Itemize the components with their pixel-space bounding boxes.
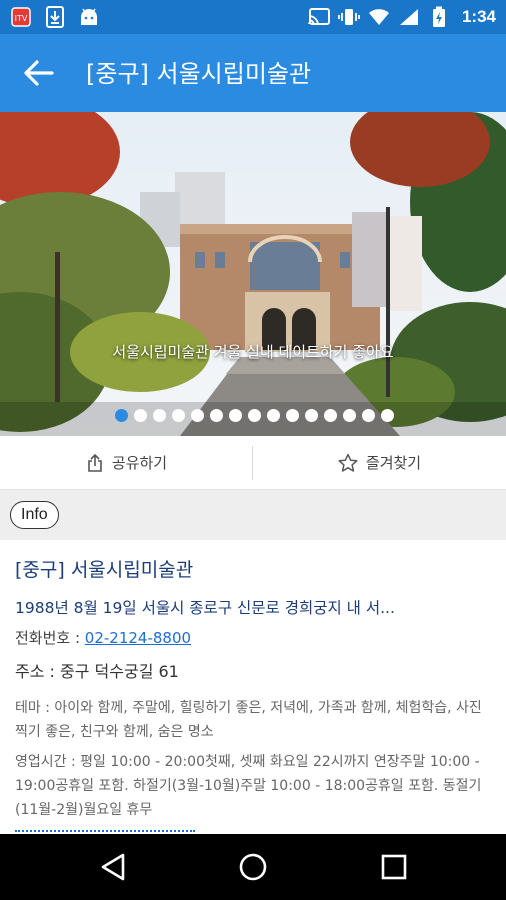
clock: 1:34	[461, 7, 496, 26]
cast-icon	[308, 6, 330, 28]
info-section-header: Info	[0, 490, 506, 540]
phone-row: 전화번호 : 02-2124-8800	[15, 627, 491, 648]
hero-carousel[interactable]: 서울시립미술관 겨울 실내 데이트하기 좋아요	[0, 112, 506, 436]
nav-back-icon[interactable]	[96, 850, 130, 884]
pagination-dot[interactable]	[305, 409, 318, 422]
vibrate-icon	[338, 6, 360, 28]
pagination-dot[interactable]	[172, 409, 185, 422]
phone-label: 전화번호 :	[15, 629, 85, 647]
hero-caption: 서울시립미술관 겨울 실내 데이트하기 좋아요	[112, 343, 394, 361]
pagination-dot[interactable]	[286, 409, 299, 422]
pagination-dot[interactable]	[210, 409, 223, 422]
truncated-link[interactable]	[15, 824, 195, 832]
carousel-pagination	[115, 409, 394, 422]
pagination-dot[interactable]	[381, 409, 394, 422]
hero-photo	[0, 112, 506, 436]
pagination-dot[interactable]	[191, 409, 204, 422]
detail-content[interactable]: [중구] 서울시립미술관 1988년 8월 19일 서울시 종로구 신문로 경희…	[0, 540, 506, 834]
pagination-dot[interactable]	[343, 409, 356, 422]
status-bar: ITV 1:34	[0, 0, 506, 34]
app-bar: [중구] 서울시립미술관	[0, 34, 506, 112]
address-text: 주소 : 중구 덕수궁길 61	[15, 662, 179, 681]
pagination-dot-active[interactable]	[115, 409, 128, 422]
nav-home-icon[interactable]	[236, 850, 270, 884]
back-arrow-icon[interactable]	[22, 58, 54, 88]
page-title: [중구] 서울시립미술관	[86, 60, 312, 88]
share-button[interactable]: 공유하기	[0, 436, 253, 489]
svg-text:ITV: ITV	[15, 14, 28, 23]
place-name: [중구] 서울시립미술관	[15, 559, 194, 581]
action-divider	[252, 446, 253, 480]
pagination-dot[interactable]	[362, 409, 375, 422]
app-notification-icon: ITV	[10, 6, 32, 28]
hours-text: 영업시간 : 평일 10:00 - 20:00첫째, 셋째 화요일 22시까지 …	[15, 754, 482, 818]
action-row: 공유하기 즐겨찾기	[0, 436, 506, 490]
share-icon	[88, 453, 102, 472]
pagination-dot[interactable]	[248, 409, 261, 422]
download-icon	[44, 6, 66, 28]
phone-link[interactable]: 02-2124-8800	[85, 629, 191, 647]
wifi-icon	[368, 6, 390, 28]
battery-charging-icon	[428, 6, 450, 28]
navigation-bar	[0, 834, 506, 900]
pagination-dot[interactable]	[267, 409, 280, 422]
theme-text: 테마 : 아이와 함께, 주말에, 힐링하기 좋은, 저녁에, 가족과 함께, …	[15, 700, 482, 740]
share-label: 공유하기	[111, 454, 168, 472]
android-icon	[78, 6, 100, 28]
star-outline-icon	[338, 453, 358, 472]
place-summary[interactable]: 1988년 8월 19일 서울시 종로구 신문로 경희궁지 내 서...	[15, 596, 491, 618]
pagination-dot[interactable]	[153, 409, 166, 422]
pagination-dot[interactable]	[324, 409, 337, 422]
nav-recents-icon[interactable]	[377, 850, 411, 884]
pagination-dot[interactable]	[134, 409, 147, 422]
favorite-button[interactable]: 즐겨찾기	[253, 436, 506, 489]
pagination-dot[interactable]	[229, 409, 242, 422]
info-chip: Info	[10, 501, 59, 529]
signal-icon	[398, 6, 420, 28]
favorite-label: 즐겨찾기	[365, 454, 422, 472]
